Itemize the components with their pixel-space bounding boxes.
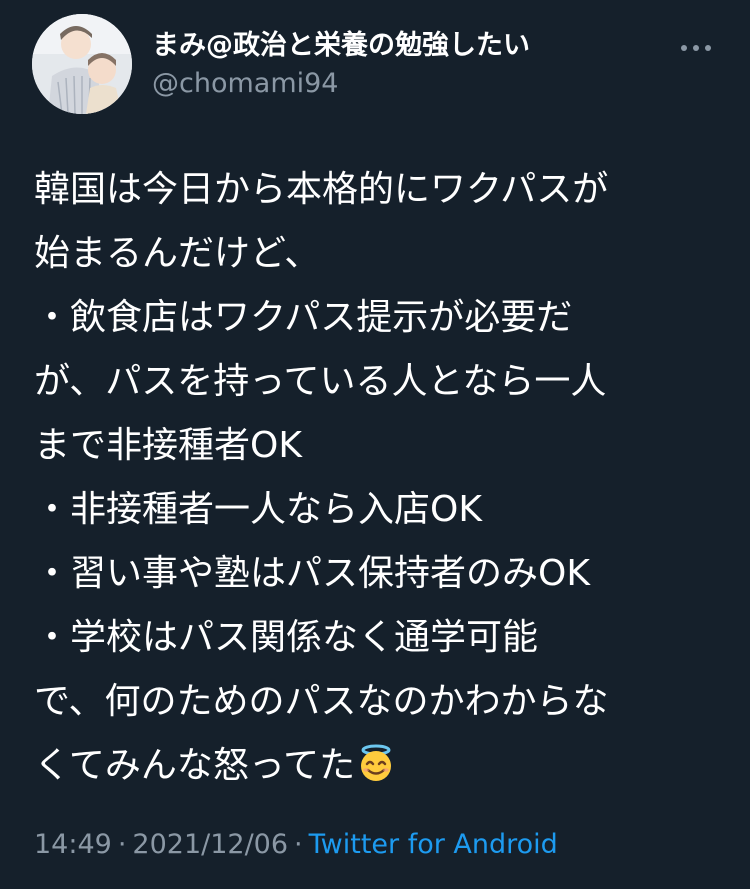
tweet-text-line: で、何のためのパスなのかわからな xyxy=(34,681,609,722)
tweet-text-line: が、パスを持っている人となら一人 xyxy=(34,361,607,402)
meta-separator: · xyxy=(294,829,303,860)
author-display-name[interactable]: まみ@政治と栄養の勉強したい xyxy=(152,28,530,64)
tweet-text-line: まで非接種者OK xyxy=(34,425,302,466)
tweet-text-line-last: くてみんな怒ってた xyxy=(34,734,724,798)
tweet-text-line: ・学校はパス関係なく通学可能 xyxy=(34,617,539,658)
avatar-photo xyxy=(32,14,132,114)
tweet-text-line: ・習い事や塾はパス保持者のみOK xyxy=(34,553,590,594)
avatar[interactable] xyxy=(32,14,132,114)
more-options-icon[interactable] xyxy=(676,38,716,58)
meta-separator: · xyxy=(117,829,127,860)
tweet-text-line-text: くてみんな怒ってた xyxy=(34,745,356,786)
tweet-time[interactable]: 14:49 xyxy=(34,829,112,860)
tweet-text-line: 始まるんだけど、 xyxy=(34,233,321,274)
tweet-source-link[interactable]: Twitter for Android xyxy=(309,829,558,860)
tweet-text-line: ・飲食店はワクパス提示が必要だ xyxy=(34,297,573,338)
author-handle[interactable]: @chomami94 xyxy=(152,66,530,102)
tweet-text-line: 韓国は今日から本格的にワクパスが xyxy=(34,169,609,210)
tweet-text: 韓国は今日から本格的にワクパスが 始まるんだけど、 ・飲食店はワクパス提示が必要… xyxy=(34,158,724,798)
tweet-date[interactable]: 2021/12/06 xyxy=(132,829,288,860)
author-names: まみ@政治と栄養の勉強したい @chomami94 xyxy=(152,28,530,102)
tweet: まみ@政治と栄養の勉強したい @chomami94 韓国は今日から本格的にワクパ… xyxy=(0,0,750,889)
tweet-text-line: ・非接種者一人なら入店OK xyxy=(34,489,482,530)
tweet-meta: 14:49 · 2021/12/06 · Twitter for Android xyxy=(34,827,558,863)
tweet-header: まみ@政治と栄養の勉強したい @chomami94 xyxy=(32,14,722,114)
smiling-face-with-halo-icon xyxy=(357,739,395,781)
